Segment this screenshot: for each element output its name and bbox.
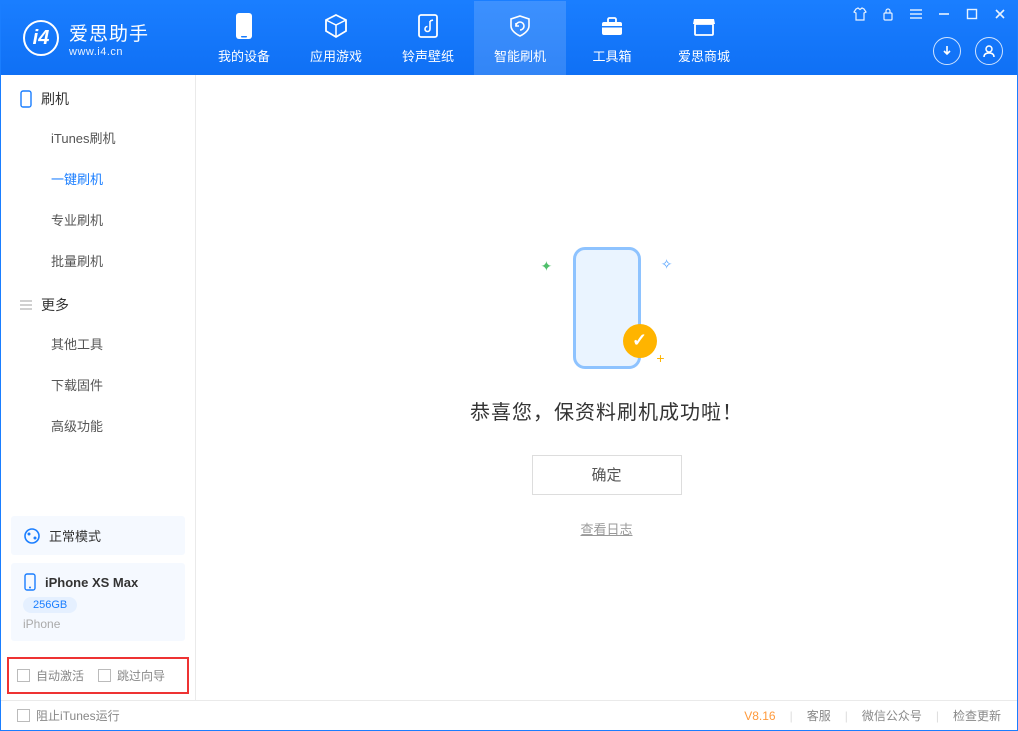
check-badge-icon: ✓ [623,324,657,358]
sidebar-section-more: 更多 [1,281,195,323]
phone-outline-icon [19,90,33,108]
sparkle-icon: ✦ [541,258,553,275]
title-bar: i4 爱思助手 www.i4.cn 我的设备 应用游戏 铃声壁纸 智能刷机 工具… [1,1,1017,75]
section-title-label: 更多 [41,295,69,315]
app-logo-icon: i4 [23,20,59,56]
checkbox-icon [17,669,30,682]
device-info-box[interactable]: iPhone XS Max 256GB iPhone [11,563,185,641]
minimize-button[interactable] [937,7,951,21]
separator: | [845,709,848,723]
device-icon [230,12,258,40]
ok-button[interactable]: 确定 [532,455,682,495]
toolbox-icon [598,12,626,40]
checkbox-skip-guide[interactable]: 跳过向导 [98,667,165,684]
user-icon[interactable] [975,37,1003,65]
nav-tab-flash[interactable]: 智能刷机 [474,1,566,75]
checkbox-auto-activate[interactable]: 自动激活 [17,667,84,684]
checkbox-icon [17,709,30,722]
music-file-icon [414,12,442,40]
checkbox-icon [98,669,111,682]
sidebar-item-itunes-flash[interactable]: iTunes刷机 [1,117,195,158]
checkbox-label: 跳过向导 [117,667,165,684]
device-name-label: iPhone XS Max [45,575,138,590]
device-mode-box[interactable]: 正常模式 [11,516,185,555]
device-type-label: iPhone [23,617,173,631]
header-right-icons [933,37,1003,65]
device-capacity-badge: 256GB [23,597,77,613]
window-controls [853,7,1007,21]
sidebar-item-download-firmware[interactable]: 下载固件 [1,364,195,405]
sidebar-item-advanced[interactable]: 高级功能 [1,405,195,446]
nav-tab-toolbox[interactable]: 工具箱 [566,1,658,75]
app-name-cn: 爱思助手 [69,19,149,46]
check-update-link[interactable]: 检查更新 [953,707,1001,724]
bottom-options-highlight: 自动激活 跳过向导 [7,657,189,694]
version-label: V8.16 [744,709,775,723]
maximize-button[interactable] [965,7,979,21]
sidebar-item-batch-flash[interactable]: 批量刷机 [1,240,195,281]
sidebar-section-flash: 刷机 [1,75,195,117]
nav-tabs: 我的设备 应用游戏 铃声壁纸 智能刷机 工具箱 爱思商城 [198,1,750,75]
cube-icon [322,12,350,40]
menu-icon[interactable] [909,7,923,21]
close-button[interactable] [993,7,1007,21]
mode-normal-icon [23,527,41,545]
tshirt-icon[interactable] [853,7,867,21]
nav-tab-label: 铃声壁纸 [402,46,454,65]
nav-tab-apps[interactable]: 应用游戏 [290,1,382,75]
main-content: ✦ ✧ + ✓ 恭喜您，保资料刷机成功啦！ 确定 查看日志 [196,75,1017,700]
sparkle-icon: ✧ [661,256,673,273]
separator: | [936,709,939,723]
download-icon[interactable] [933,37,961,65]
nav-tab-ringtone[interactable]: 铃声壁纸 [382,1,474,75]
sidebar-item-other-tools[interactable]: 其他工具 [1,323,195,364]
list-icon [19,298,33,312]
logo-area: i4 爱思助手 www.i4.cn [1,19,198,58]
status-bar: 阻止iTunes运行 V8.16 | 客服 | 微信公众号 | 检查更新 [1,700,1017,730]
store-icon [690,12,718,40]
device-mode-label: 正常模式 [49,526,101,545]
wechat-link[interactable]: 微信公众号 [862,707,922,724]
nav-tab-label: 我的设备 [218,46,270,65]
device-name-row: iPhone XS Max [23,573,173,591]
support-link[interactable]: 客服 [807,707,831,724]
sidebar-item-pro-flash[interactable]: 专业刷机 [1,199,195,240]
footer-right: V8.16 | 客服 | 微信公众号 | 检查更新 [744,707,1001,724]
nav-tab-store[interactable]: 爱思商城 [658,1,750,75]
section-title-label: 刷机 [41,89,69,109]
nav-tab-label: 智能刷机 [494,46,546,65]
sparkle-icon: + [656,350,664,366]
lock-icon[interactable] [881,7,895,21]
sidebar: 刷机 iTunes刷机 一键刷机 专业刷机 批量刷机 更多 其他工具 下载固件 … [1,75,196,700]
sidebar-item-oneclick-flash[interactable]: 一键刷机 [1,158,195,199]
footer-left: 阻止iTunes运行 [17,707,120,724]
checkbox-label: 阻止iTunes运行 [36,707,120,724]
body-area: 刷机 iTunes刷机 一键刷机 专业刷机 批量刷机 更多 其他工具 下载固件 … [1,75,1017,700]
refresh-shield-icon [506,12,534,40]
nav-tab-label: 应用游戏 [310,46,362,65]
app-name-en: www.i4.cn [69,46,149,58]
app-logo-text: 爱思助手 www.i4.cn [69,19,149,58]
view-log-link[interactable]: 查看日志 [580,519,632,538]
checkbox-label: 自动激活 [36,667,84,684]
nav-tab-label: 爱思商城 [678,46,730,65]
nav-tab-device[interactable]: 我的设备 [198,1,290,75]
nav-tab-label: 工具箱 [592,46,631,65]
phone-small-icon [23,573,37,591]
checkbox-block-itunes[interactable]: 阻止iTunes运行 [17,707,120,724]
success-illustration: ✦ ✧ + ✓ [517,238,697,378]
success-message: 恭喜您，保资料刷机成功啦！ [470,396,743,425]
separator: | [790,709,793,723]
